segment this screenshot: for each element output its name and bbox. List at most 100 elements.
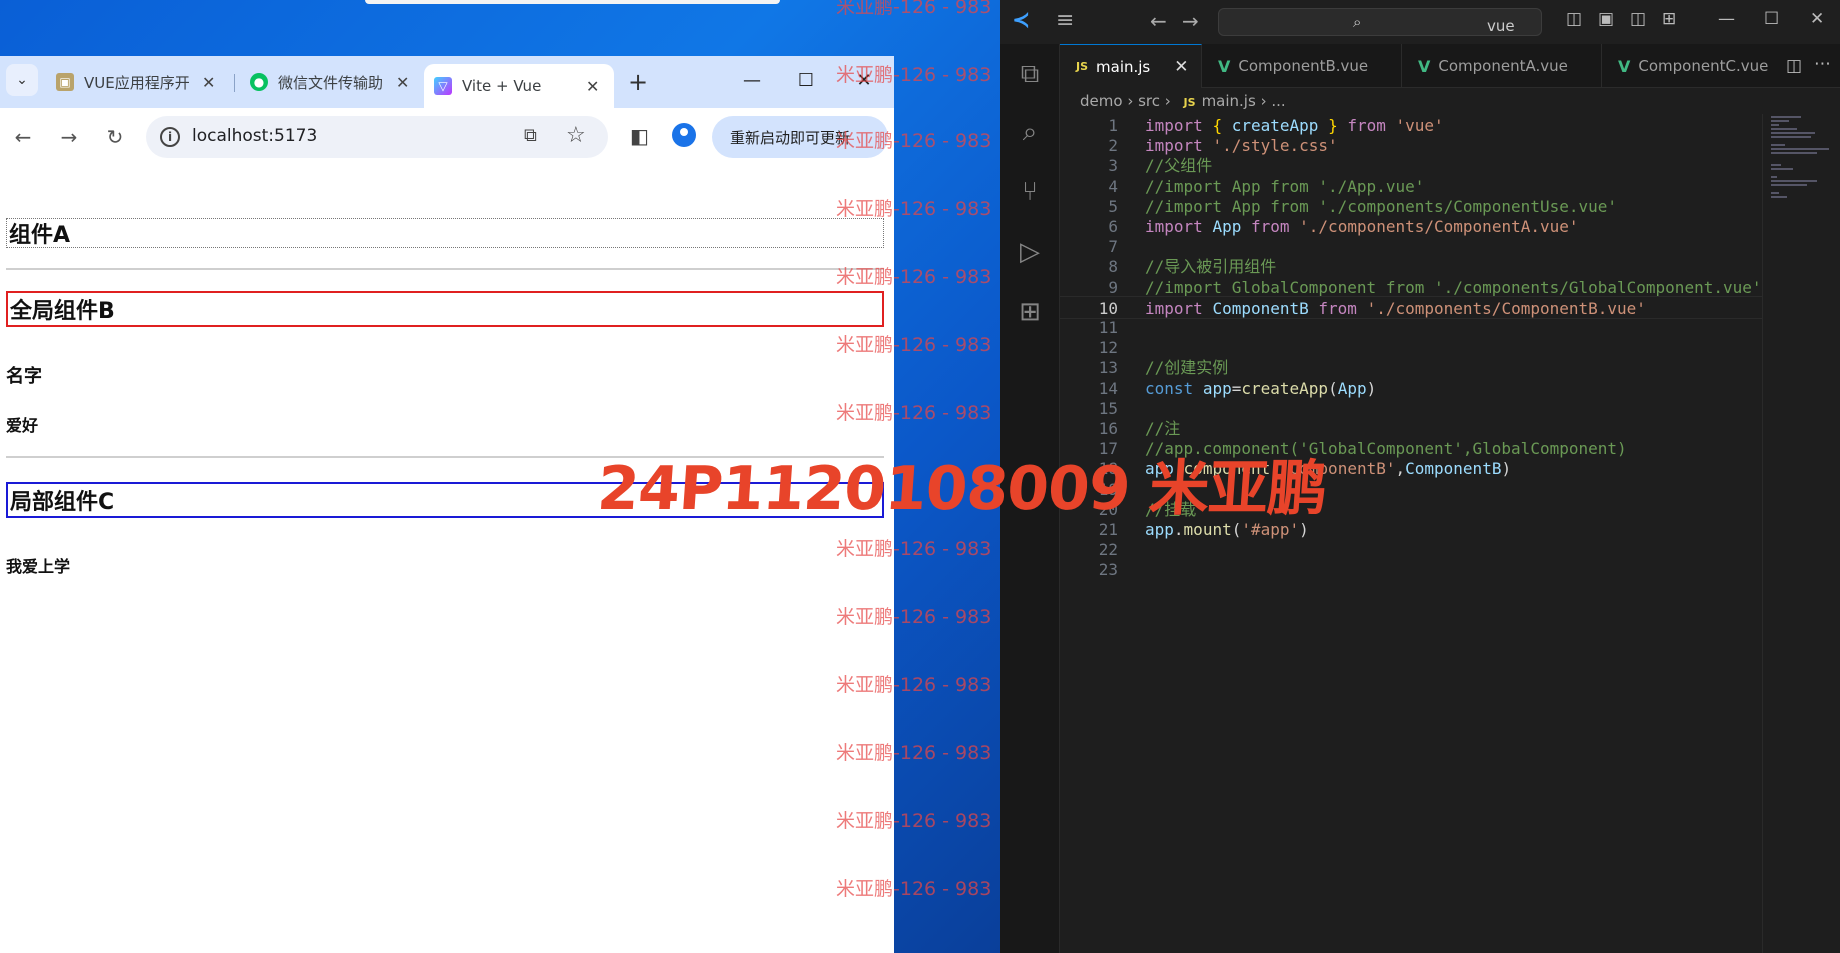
vscode-logo-icon: ≺ — [1012, 8, 1031, 33]
breadcrumb: demo › src › JS main.js › ... — [1080, 92, 1286, 110]
breadcrumb-item[interactable]: src — [1138, 92, 1160, 110]
close-icon[interactable]: ✕ — [1174, 57, 1188, 77]
tab-title: Vite + Vue — [462, 77, 542, 95]
watermark-text: 米亚鹏-126 - 983 — [836, 266, 992, 288]
new-tab-button[interactable]: + — [628, 68, 648, 96]
browser-toolbar: ← → ↻ i localhost:5173 ⧉ ☆ ◧ 重新启动即可更新 — [0, 108, 894, 217]
window-edge — [365, 0, 780, 4]
side-panel-icon[interactable]: ◧ — [630, 124, 649, 148]
tab-title: VUE应用程序开 — [84, 73, 190, 92]
maximize-button[interactable]: ☐ — [1764, 9, 1779, 29]
code-editor[interactable]: 1 import { createApp } from 'vue' 2 import … — [1060, 114, 1762, 674]
divider — [6, 268, 884, 270]
watermark-text: 米亚鹏-126 - 983 — [836, 334, 992, 356]
split-editor-icon[interactable]: ◫ — [1786, 56, 1802, 76]
search-icon[interactable]: ⌕ — [1014, 116, 1046, 148]
profile-avatar[interactable] — [672, 123, 696, 147]
component-c-text: 局部组件C — [10, 490, 115, 515]
address-bar[interactable]: i localhost:5173 ⧉ ☆ — [146, 116, 608, 158]
toggle-secondary-sidebar-icon[interactable]: ◫ — [1630, 9, 1646, 29]
url-text: localhost:5173 — [192, 126, 318, 146]
watermark-text: 米亚鹏-126 - 983 — [836, 130, 992, 152]
toggle-panel-icon[interactable]: ▣ — [1598, 9, 1614, 29]
nav-forward-icon[interactable]: → — [1182, 9, 1199, 33]
breadcrumb-item[interactable]: ... — [1271, 92, 1285, 110]
search-text: ⌕ vue — [1353, 13, 1515, 35]
tab-title: 微信文件传输助 — [278, 73, 384, 92]
watermark-text: 米亚鹏-126 - 983 — [836, 0, 992, 18]
tab-componentb[interactable]: V ComponentB.vue — [1202, 44, 1402, 88]
component-a-title: 组件A — [6, 218, 884, 248]
toggle-sidebar-icon[interactable]: ◫ — [1566, 9, 1582, 29]
search-value: vue — [1487, 17, 1515, 35]
tab-label: ComponentC.vue — [1638, 57, 1769, 75]
site-info-icon[interactable]: i — [160, 127, 180, 147]
watermark-text: 米亚鹏-126 - 983 — [836, 742, 992, 764]
back-icon[interactable]: ← — [8, 122, 38, 152]
vue-file-icon: V — [1218, 56, 1231, 76]
tab-label: ComponentB.vue — [1238, 57, 1369, 75]
tab-vite-vue[interactable]: ▽ Vite + Vue ✕ — [424, 64, 614, 108]
tab-label: ComponentA.vue — [1438, 57, 1568, 75]
js-file-icon: JS — [1076, 60, 1089, 73]
minimize-button[interactable]: — — [1718, 9, 1735, 29]
command-search-input[interactable]: ⌕ vue — [1218, 8, 1542, 36]
close-window-button[interactable]: ✕ — [1810, 9, 1824, 29]
watermark-text: 米亚鹏-126 - 983 — [836, 402, 992, 424]
watermark-text: 米亚鹏-126 - 983 — [836, 606, 992, 628]
explorer-icon[interactable]: ⧉ — [1014, 58, 1046, 90]
student-id-watermark: 24P1120108009 米亚鹏 — [595, 454, 1329, 524]
tab-wechat[interactable]: ● 微信文件传输助 ✕ — [240, 62, 419, 102]
close-icon[interactable]: ✕ — [202, 73, 215, 92]
watermark-text: 米亚鹏-126 - 983 — [836, 538, 992, 560]
tab-vue-course[interactable]: ▣ VUE应用程序开 ✕ — [46, 62, 225, 102]
code-line[interactable]: 23 — [1060, 558, 1762, 582]
extensions-icon[interactable]: ⊞ — [1014, 296, 1046, 328]
run-debug-icon[interactable]: ▷ — [1014, 236, 1046, 268]
bookmark-star-icon[interactable]: ☆ — [566, 123, 586, 148]
tab-separator — [234, 74, 235, 92]
js-file-icon: JS — [1183, 96, 1196, 109]
tab-main-js[interactable]: JS main.js ✕ — [1060, 44, 1202, 88]
minimize-button[interactable]: — — [732, 64, 772, 96]
component-b-title: 全局组件B — [6, 291, 884, 327]
vite-icon: ▽ — [434, 77, 452, 95]
watermark-text: 米亚鹏-126 - 983 — [836, 810, 992, 832]
tab-label: main.js — [1096, 57, 1151, 76]
tab-componenta[interactable]: V ComponentA.vue — [1402, 44, 1602, 88]
name-label: 名字 — [6, 366, 42, 387]
component-a-text: 组件A — [9, 223, 71, 248]
translate-icon[interactable]: ⧉ — [524, 125, 537, 146]
tab-componentc[interactable]: V ComponentC.vue — [1602, 44, 1782, 88]
nav-back-icon[interactable]: ← — [1150, 9, 1167, 33]
line-number: 23 — [1098, 560, 1118, 580]
watermark-text: 米亚鹏-126 - 983 — [836, 198, 992, 220]
breadcrumb-item[interactable]: main.js — [1202, 92, 1256, 110]
menu-icon[interactable]: ≡ — [1056, 8, 1074, 33]
reload-icon[interactable]: ↻ — [100, 122, 130, 152]
forward-icon[interactable]: → — [54, 122, 84, 152]
breadcrumb-item[interactable]: demo — [1080, 92, 1123, 110]
vue-file-icon: V — [1618, 56, 1631, 76]
component-b-text: 全局组件B — [10, 299, 115, 324]
tab-search-button[interactable]: ⌄ — [6, 64, 38, 96]
minimap[interactable] — [1762, 114, 1840, 953]
wechat-icon: ● — [250, 73, 268, 91]
hobby-label: 爱好 — [6, 416, 39, 435]
more-actions-icon[interactable]: ⋯ — [1814, 54, 1831, 74]
tab-bar: ⌄ ▣ VUE应用程序开 ✕ ● 微信文件传输助 ✕ ▽ Vite + Vue … — [0, 56, 894, 108]
image-favicon-icon: ▣ — [56, 73, 74, 91]
vscode-titlebar: ≺ ≡ ← → ⌕ vue ◫ ▣ ◫ ⊞ — ☐ ✕ — [1000, 0, 1840, 44]
watermark-text: 米亚鹏-126 - 983 — [836, 64, 992, 86]
component-c-content: 我爱上学 — [6, 557, 71, 576]
source-control-icon[interactable]: ⑂ — [1014, 176, 1046, 208]
layout-icon[interactable]: ⊞ — [1662, 9, 1676, 29]
watermark-text: 米亚鹏-126 - 983 — [836, 674, 992, 696]
close-icon[interactable]: ✕ — [586, 77, 599, 96]
vue-file-icon: V — [1418, 56, 1431, 76]
page-content: 组件A 全局组件B 名字 爱好 局部组件C 我爱上学 — [0, 166, 894, 953]
update-label: 重新启动即可更新 — [730, 128, 851, 147]
maximize-button[interactable]: ☐ — [786, 64, 826, 96]
editor-tabs: JS main.js ✕ V ComponentB.vue V Componen… — [1060, 44, 1840, 88]
close-icon[interactable]: ✕ — [396, 73, 409, 92]
